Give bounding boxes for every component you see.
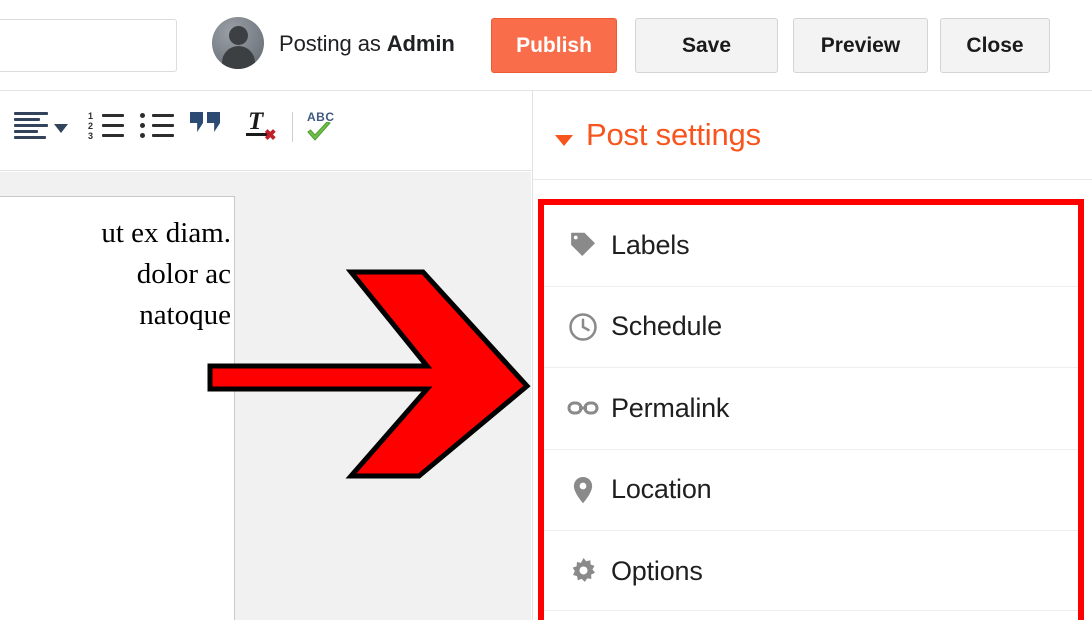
list-line — [152, 134, 174, 137]
list-line — [102, 124, 124, 127]
sidebar-item-label: Labels — [611, 229, 690, 260]
blockquote-icon[interactable] — [190, 112, 224, 140]
tag-icon — [566, 228, 600, 262]
list-bullet — [140, 113, 145, 118]
numbered-list-icon[interactable]: 1 2 3 — [88, 112, 124, 142]
post-title-input[interactable] — [0, 19, 177, 72]
post-body-editor[interactable]: ut ex diam. dolor ac natoque — [0, 196, 235, 620]
align-line — [14, 130, 38, 133]
chevron-down-icon[interactable] — [54, 124, 68, 133]
posting-as-label: Posting as Admin — [279, 31, 455, 57]
quote-mark — [207, 112, 220, 132]
sidebar-item-permalink[interactable]: Permalink — [544, 368, 1078, 450]
post-body-line: ut ex diam. — [101, 217, 231, 249]
close-button[interactable]: Close — [940, 18, 1050, 73]
clock-icon — [566, 310, 600, 344]
spellcheck-checkmark — [307, 122, 331, 141]
sidebar-item-labels[interactable]: Labels — [544, 205, 1078, 287]
bulleted-list-icon[interactable] — [138, 112, 174, 142]
avatar-head — [228, 26, 248, 45]
ordered-marker: 3 — [88, 131, 94, 141]
user-avatar-image — [212, 17, 264, 69]
list-bottom-divider — [544, 609, 1078, 611]
text-align-icon[interactable] — [14, 112, 48, 140]
quote-mark — [190, 112, 203, 132]
post-body-line: dolor ac — [136, 258, 231, 291]
posting-as-username: Admin — [386, 31, 455, 56]
preview-button[interactable]: Preview — [793, 18, 928, 73]
ordered-marker: 1 — [88, 111, 94, 121]
list-bullet — [140, 123, 145, 128]
post-settings-header[interactable]: Post settings — [533, 91, 1092, 180]
list-line — [102, 114, 124, 117]
map-pin-icon — [566, 473, 600, 507]
red-highlight-box: Labels Schedule Permalink Location Optio… — [538, 199, 1084, 620]
remove-formatting-icon[interactable]: T ✖ — [246, 108, 280, 144]
editor-top-bar: Posting as Admin Publish Save Preview Cl… — [0, 0, 1092, 91]
remove-format-letter: T — [248, 108, 264, 135]
save-button[interactable]: Save — [635, 18, 778, 73]
post-body-text: ut ex diam. dolor ac natoque — [0, 213, 231, 337]
post-body-line: natoque — [139, 299, 231, 332]
sidebar-item-label: Location — [611, 474, 712, 505]
list-line — [152, 124, 174, 127]
align-line — [14, 136, 46, 139]
red-arrow-annotation — [207, 269, 531, 479]
toolbar-divider — [292, 112, 293, 142]
sidebar-item-location[interactable]: Location — [544, 449, 1078, 531]
align-line — [14, 118, 40, 121]
post-settings-panel: Post settings Labels Schedule Permalink … — [533, 91, 1092, 620]
spellcheck-icon[interactable]: ABC — [305, 110, 341, 146]
avatar-body — [221, 46, 255, 69]
sidebar-item-label: Permalink — [611, 392, 730, 423]
remove-format-x: ✖ — [264, 127, 277, 144]
sidebar-item-options[interactable]: Options — [544, 531, 1078, 613]
list-line — [102, 134, 124, 137]
align-line — [14, 112, 48, 115]
link-icon — [566, 391, 600, 425]
blog-post-editor: Posting as Admin Publish Save Preview Cl… — [0, 0, 1092, 620]
gear-icon — [566, 555, 600, 589]
caret-down-icon[interactable] — [555, 135, 573, 146]
sidebar-item-label: Options — [611, 556, 703, 587]
post-settings-list: Labels Schedule Permalink Location Optio… — [544, 205, 1078, 613]
list-bullet — [140, 133, 145, 138]
list-line — [152, 114, 174, 117]
page-title: Post settings — [586, 117, 761, 152]
sidebar-item-label: Schedule — [611, 311, 722, 342]
posting-as-prefix: Posting as — [279, 31, 387, 56]
ordered-marker: 2 — [88, 121, 94, 131]
avatar — [212, 17, 264, 69]
align-line — [14, 124, 48, 127]
sidebar-item-schedule[interactable]: Schedule — [544, 286, 1078, 368]
publish-button[interactable]: Publish — [491, 18, 617, 73]
